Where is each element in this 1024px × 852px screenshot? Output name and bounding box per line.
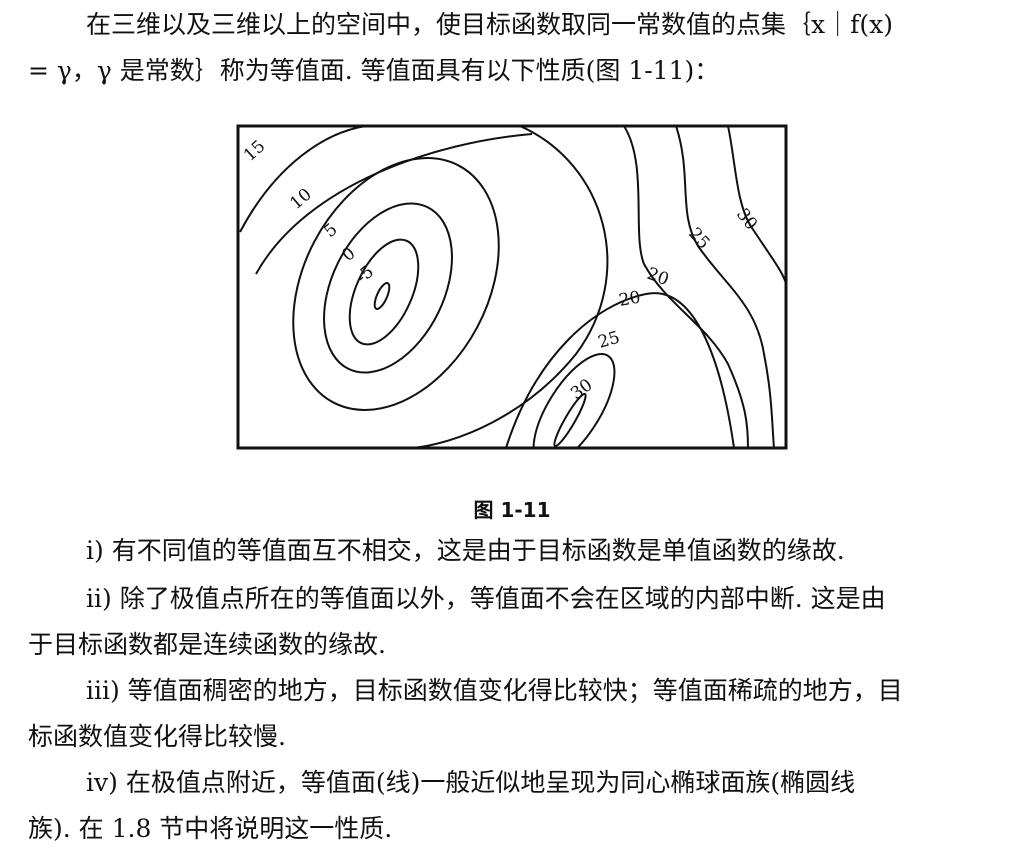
intro-line-2: = γ，γ 是常数｝称为等值面. 等值面具有以下性质(图 1-11)： [28, 56, 720, 85]
property-4: ⅳ) 在极值点附近，等值面(线)一般近似地呈现为同心椭球面族(椭圆线 族). 在… [28, 760, 996, 852]
property-3-line-1: ⅲ) 等值面稠密的地方，目标函数值变化得比较快；等值面稀疏的地方，目 [86, 676, 903, 705]
property-4-line-1: ⅳ) 在极值点附近，等值面(线)一般近似地呈现为同心椭球面族(椭圆线 [86, 768, 856, 797]
intro-paragraph: 在三维以及三维以上的空间中，使目标函数取同一常数值的点集｛x｜f(x) = γ，… [28, 2, 996, 94]
contour-plot: 15 10 5 0 -5 30 25 20 20 25 30 [236, 124, 788, 450]
property-3-line-2: 标函数值变化得比较慢. [28, 722, 286, 751]
property-2: ⅱ) 除了极值点所在的等值面以外，等值面不会在区域的内部中断. 这是由 于目标函… [28, 576, 996, 668]
contour-figure: 15 10 5 0 -5 30 25 20 20 25 30 [236, 124, 788, 450]
property-2-line-2: 于目标函数都是连续函数的缘故. [28, 630, 386, 659]
figure-frame [236, 124, 788, 450]
property-3: ⅲ) 等值面稠密的地方，目标函数值变化得比较快；等值面稀疏的地方，目 标函数值变… [28, 668, 996, 760]
intro-line-1: 在三维以及三维以上的空间中，使目标函数取同一常数值的点集｛x｜f(x) [86, 10, 893, 39]
property-1-line: ⅰ) 有不同值的等值面互不相交，这是由于目标函数是单值函数的缘故. [86, 536, 845, 565]
property-1: ⅰ) 有不同值的等值面互不相交，这是由于目标函数是单值函数的缘故. [28, 528, 996, 574]
property-4-line-2: 族). 在 1.8 节中将说明这一性质. [28, 814, 393, 843]
figure-caption: 图 1-11 [473, 498, 551, 522]
contour-label: 20 [617, 287, 642, 310]
property-2-line-1: ⅱ) 除了极值点所在的等值面以外，等值面不会在区域的内部中断. 这是由 [86, 584, 886, 613]
